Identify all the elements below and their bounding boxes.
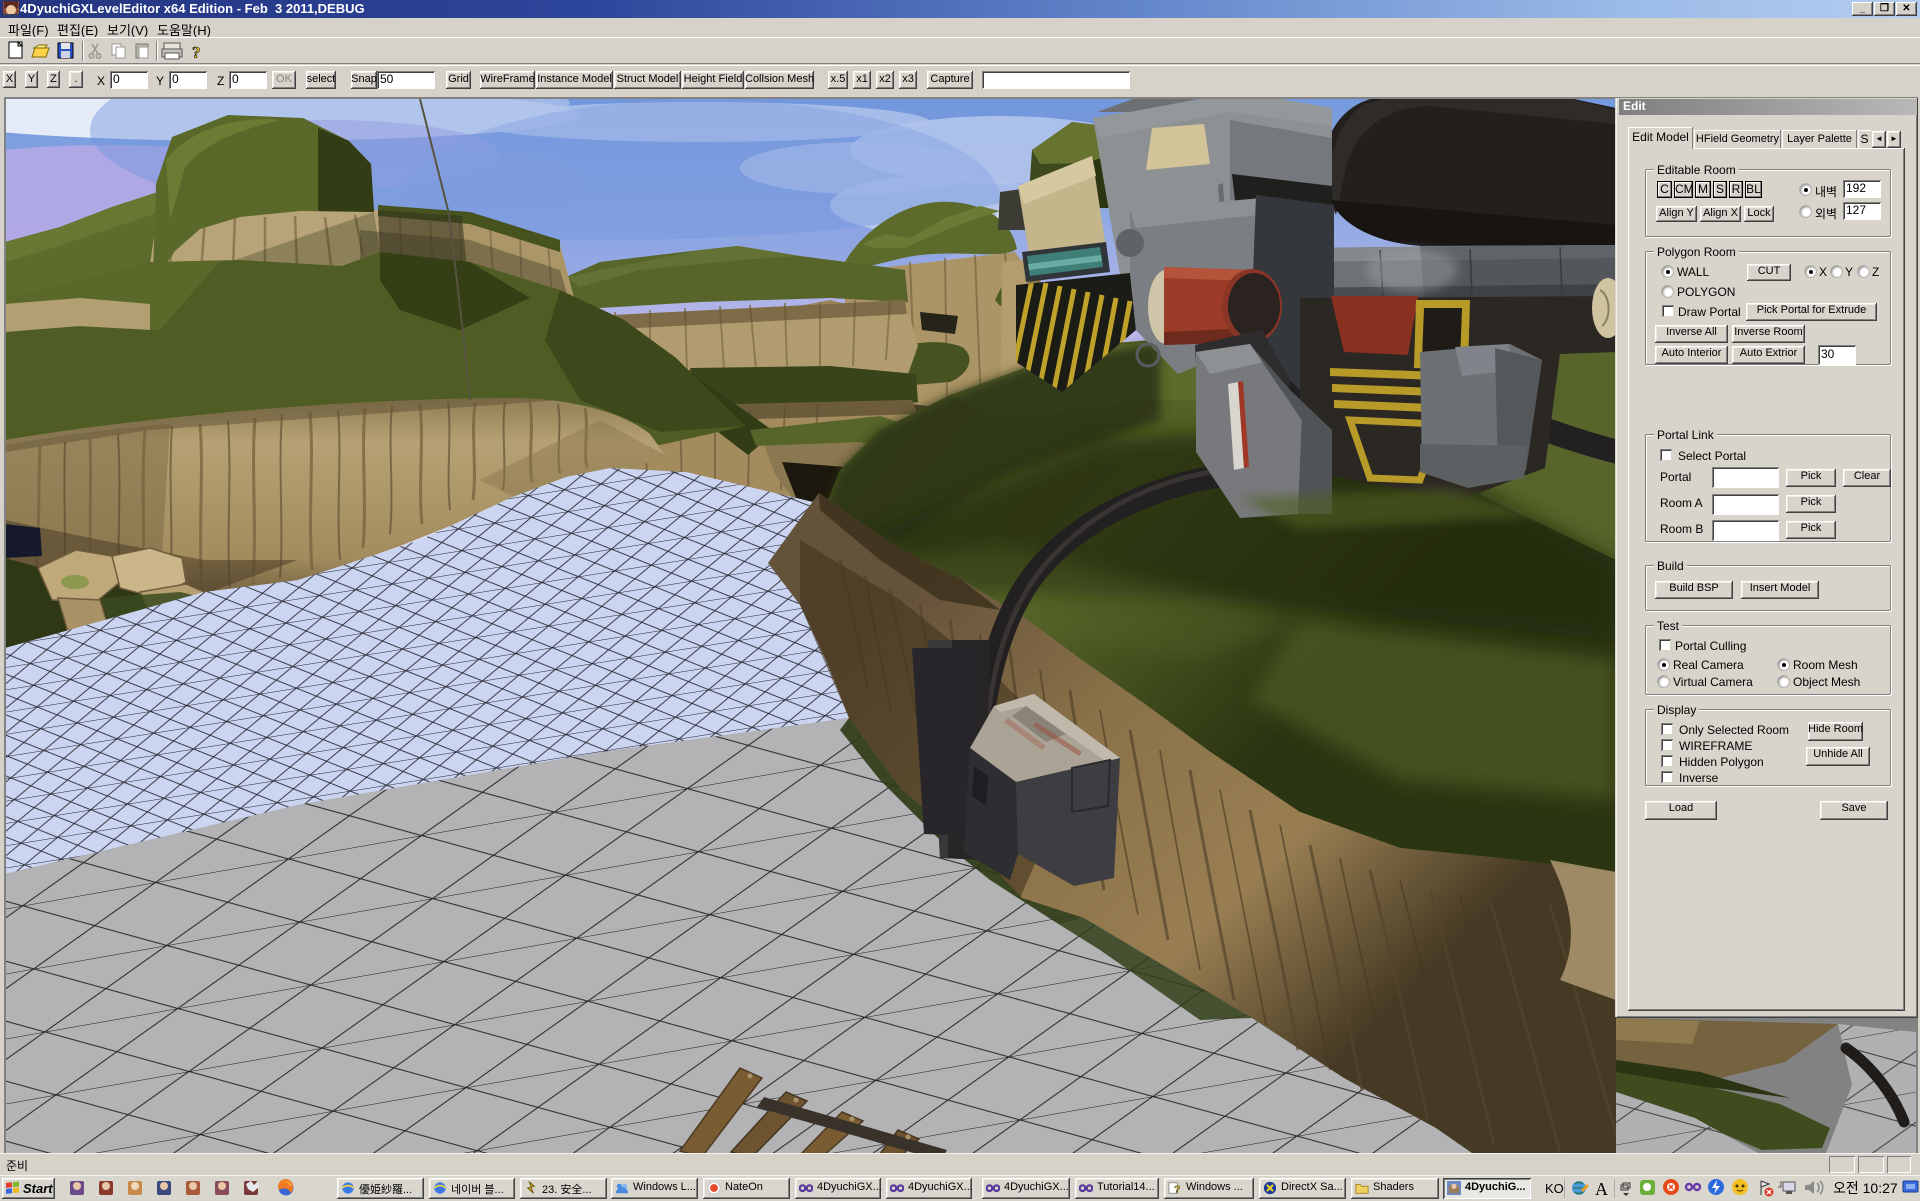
svg-text:A: A	[1595, 1179, 1608, 1199]
svg-text:?: ?	[1174, 1183, 1180, 1195]
svg-text:?: ?	[192, 43, 201, 62]
svg-text:오전 10:27: 오전 10:27	[1833, 1180, 1898, 1196]
